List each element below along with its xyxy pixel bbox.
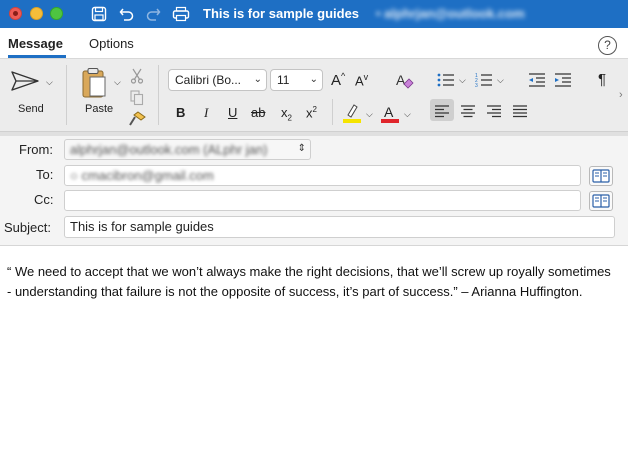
to-field[interactable]: ○ cmacibron@gmail.com <box>64 165 581 186</box>
send-button[interactable] <box>9 67 41 95</box>
message-body[interactable]: “ We need to accept that we won’t always… <box>7 262 615 301</box>
superscript-mark: 2 <box>312 105 317 114</box>
justify-icon[interactable] <box>511 103 529 119</box>
subject-field[interactable]: This is for sample guides <box>64 216 615 238</box>
paste-button[interactable] <box>80 67 108 99</box>
paste-options-chevron-down-icon[interactable]: ⌵ <box>114 77 121 88</box>
svg-text:A: A <box>396 72 406 88</box>
to-label: To: <box>36 167 54 182</box>
clear-formatting-icon[interactable]: A <box>393 69 415 91</box>
message-header: From: alphrjan@outlook.com (ALphr jan) ⇕… <box>0 136 628 246</box>
highlight-button[interactable] <box>342 102 362 124</box>
caret-up-icon: ^ <box>341 71 346 81</box>
font-size-value: 11 <box>277 73 290 87</box>
font-color-button[interactable]: A <box>380 102 400 124</box>
redo-icon[interactable] <box>143 4 163 24</box>
font-color-icon: A <box>381 104 399 123</box>
to-recipient-chip[interactable]: ○ cmacibron@gmail.com <box>70 168 214 183</box>
numbering-icon[interactable]: 123 <box>474 71 494 89</box>
subject-value: This is for sample guides <box>70 219 214 234</box>
font-name-dropdown[interactable]: Calibri (Bo... ⌄ <box>168 69 267 91</box>
send-options-chevron-down-icon[interactable]: ⌵ <box>46 77 53 88</box>
font-size-dropdown[interactable]: 11 ⌄ <box>270 69 323 91</box>
print-icon[interactable] <box>171 4 191 24</box>
ribbon-divider <box>158 65 159 125</box>
maximize-window-button[interactable] <box>50 7 63 20</box>
title-separator: • <box>376 6 385 21</box>
ribbon-toolbar: ⌵ Send ⌵ Paste Calibri (Bo... ⌄ 11 ⌄ A^ … <box>0 58 628 132</box>
numbering-chevron-down-icon[interactable]: ⌵ <box>497 75 504 86</box>
shrink-font-button[interactable]: Av <box>355 72 368 88</box>
bullets-chevron-down-icon[interactable]: ⌵ <box>459 75 466 86</box>
undo-icon[interactable] <box>117 4 137 24</box>
to-value: cmacibron@gmail.com <box>81 168 214 183</box>
minimize-window-button[interactable] <box>30 7 43 20</box>
chevron-down-icon: ⌄ <box>253 74 262 85</box>
window-account: • alphrjan@outlook.com <box>376 6 525 21</box>
clipboard-icon <box>82 68 106 98</box>
svg-text:A: A <box>384 104 394 120</box>
shrink-font-letter: A <box>355 73 364 89</box>
show-formatting-icon[interactable]: ¶ <box>598 71 606 88</box>
ribbon-tabs: Message Options ? <box>0 28 628 58</box>
subscript-mark: 2 <box>287 113 292 123</box>
bold-button[interactable]: B <box>176 105 185 120</box>
font-color-chevron-down-icon[interactable]: ⌵ <box>404 109 411 120</box>
to-address-book-icon[interactable] <box>589 166 613 186</box>
paste-label: Paste <box>85 103 114 115</box>
underline-button[interactable]: U <box>228 105 237 120</box>
subscript-button[interactable]: x2 <box>281 105 292 123</box>
send-icon <box>11 71 39 91</box>
svg-text:3: 3 <box>475 83 478 88</box>
send-label: Send <box>18 103 44 115</box>
highlight-chevron-down-icon[interactable]: ⌵ <box>366 109 373 120</box>
superscript-button[interactable]: x2 <box>306 105 317 120</box>
subject-label: Subject: <box>4 220 51 235</box>
cut-icon[interactable] <box>128 67 146 85</box>
from-value: alphrjan@outlook.com (ALphr jan) <box>70 142 268 157</box>
font-name-value: Calibri (Bo... <box>175 73 242 87</box>
help-icon[interactable]: ? <box>598 36 617 55</box>
increase-indent-icon[interactable] <box>553 71 573 89</box>
title-bar: This is for sample guides • alphrjan@out… <box>0 0 628 28</box>
align-left-icon[interactable] <box>433 103 451 119</box>
ribbon-divider <box>332 99 333 125</box>
from-label: From: <box>19 142 53 157</box>
grow-font-letter: A <box>331 72 342 89</box>
account-email: alphrjan@outlook.com <box>384 6 525 21</box>
ribbon-more-chevron-right-icon[interactable]: › <box>619 89 623 101</box>
up-down-chevron-icon: ⇕ <box>297 143 306 154</box>
bullets-icon[interactable] <box>436 71 456 89</box>
grow-font-button[interactable]: A^ <box>331 71 345 89</box>
window-title: This is for sample guides <box>203 6 360 21</box>
tab-message[interactable]: Message <box>8 36 63 51</box>
highlighter-icon <box>343 104 361 123</box>
italic-button[interactable]: I <box>204 105 208 121</box>
close-window-button[interactable] <box>9 7 22 20</box>
caret-down-icon: v <box>363 72 369 82</box>
cc-address-book-icon[interactable] <box>589 191 613 211</box>
save-icon[interactable] <box>89 4 109 24</box>
tab-options[interactable]: Options <box>89 36 134 51</box>
decrease-indent-icon[interactable] <box>527 71 547 89</box>
cc-label: Cc: <box>34 192 54 207</box>
align-center-icon[interactable] <box>459 103 477 119</box>
strikethrough-button[interactable]: ab <box>251 105 265 120</box>
cc-field[interactable] <box>64 190 581 211</box>
ribbon-divider <box>66 65 67 125</box>
copy-icon[interactable] <box>128 89 146 107</box>
format-painter-icon[interactable] <box>127 110 147 128</box>
chevron-down-icon: ⌄ <box>309 74 318 85</box>
align-right-icon[interactable] <box>485 103 503 119</box>
from-dropdown[interactable]: alphrjan@outlook.com (ALphr jan) ⇕ <box>64 139 311 160</box>
